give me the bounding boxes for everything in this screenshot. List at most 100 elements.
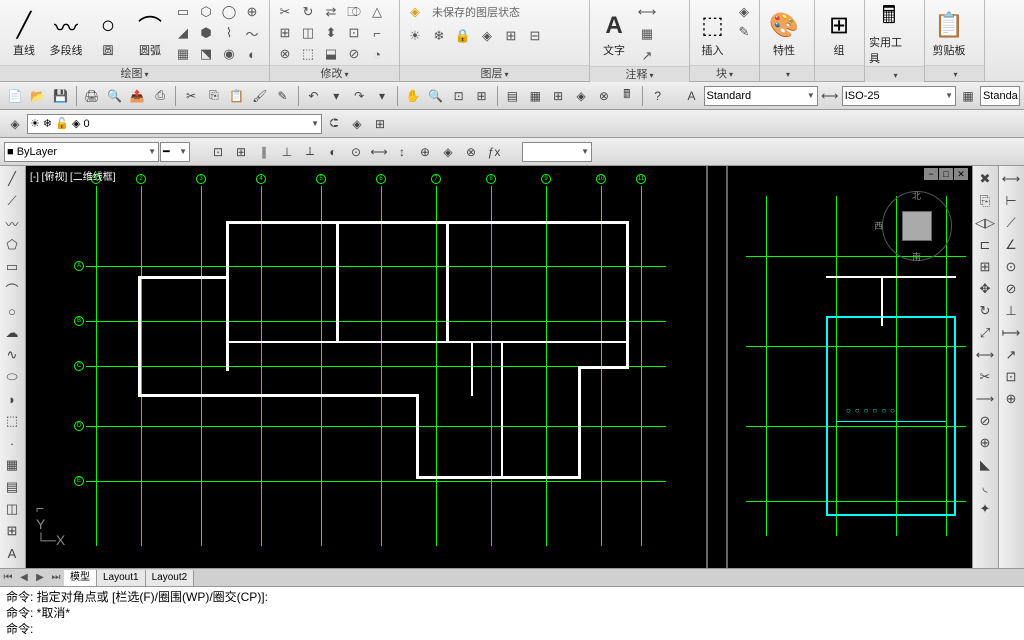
modify-tool[interactable]: ◔	[366, 44, 388, 64]
draw-tool[interactable]: ◉	[218, 44, 240, 64]
props-icon[interactable]: ▤	[502, 85, 524, 107]
panel-title-props[interactable]	[760, 65, 814, 81]
para-tool[interactable]: ⊥	[276, 141, 298, 163]
leader-icon[interactable]: ↗	[999, 344, 1023, 366]
dim-cont-icon[interactable]: ⟼	[999, 322, 1023, 344]
match-icon[interactable]: 🖌	[249, 85, 271, 107]
block-tool[interactable]: ◈	[733, 2, 755, 22]
polygon-icon[interactable]: ⬠	[0, 234, 24, 256]
markup-icon[interactable]: ⊗	[593, 85, 615, 107]
table-tool[interactable]: ▦	[636, 24, 658, 44]
panel-title-clipboard[interactable]	[925, 65, 984, 81]
modify-tool[interactable]: △	[366, 2, 388, 22]
layer-tool[interactable]: ⊞	[500, 26, 522, 46]
join-icon[interactable]: ⊕	[973, 432, 997, 454]
modify-tool[interactable]: ✂	[274, 2, 296, 22]
redo-drop-icon[interactable]: ▾	[371, 85, 393, 107]
para-tool[interactable]: ◈	[437, 141, 459, 163]
ellipse-icon[interactable]: ⬭	[0, 366, 24, 388]
modify-tool[interactable]: ◫	[297, 23, 319, 43]
help-icon[interactable]: ?	[647, 85, 669, 107]
draw-tool[interactable]: ◢	[172, 23, 194, 43]
dim-dia-icon[interactable]: ⊘	[999, 278, 1023, 300]
pline-icon[interactable]: 〰	[0, 212, 24, 234]
rotate-icon[interactable]: ↻	[973, 300, 997, 322]
layer-prev-icon[interactable]: ⮈	[323, 113, 345, 135]
draw-tool[interactable]: ⬔	[195, 44, 217, 64]
modify-tool[interactable]: ⌐	[366, 23, 388, 43]
explode-icon[interactable]: ✦	[973, 498, 997, 520]
block-tool[interactable]: ✎	[733, 22, 755, 42]
point-icon[interactable]: ·	[0, 432, 24, 454]
break-icon[interactable]: ⊘	[973, 410, 997, 432]
max-icon[interactable]: □	[939, 168, 953, 180]
viewport-label[interactable]: [-] [俯视] [二维线框]	[30, 168, 116, 183]
block-icon[interactable]: ⬚	[0, 410, 24, 432]
line-button[interactable]: ╱直线	[4, 2, 44, 65]
preview-icon[interactable]: 🔍	[104, 85, 126, 107]
paste-icon[interactable]: 📋	[226, 85, 248, 107]
dim-lin-icon[interactable]: ⊢	[999, 190, 1023, 212]
calc-icon[interactable]: 🖩	[616, 85, 638, 107]
modify-tool[interactable]: ↻	[297, 2, 319, 22]
xline-icon[interactable]: ⟋	[0, 190, 24, 212]
props-button[interactable]: 🎨特性	[764, 2, 804, 65]
drawing-canvas[interactable]: [-] [俯视] [二维线框] − □ ✕ 北 南 西 ⌐Y└─X	[26, 166, 972, 568]
modify-tool[interactable]: ⇄	[320, 2, 342, 22]
region-icon[interactable]: ◫	[0, 498, 24, 520]
undo-drop-icon[interactable]: ▾	[325, 85, 347, 107]
para-tool[interactable]: ⊙	[345, 141, 367, 163]
new-icon[interactable]: 📄	[4, 85, 26, 107]
publish-icon[interactable]: 📤	[126, 85, 148, 107]
dim-ang-icon[interactable]: ∠	[999, 234, 1023, 256]
trim-icon[interactable]: ✂	[973, 366, 997, 388]
command-line[interactable]: 命令: 指定对角点或 [栏选(F)/圈围(WP)/圈交(CP)]: 命令: *取…	[0, 586, 1024, 640]
dc-icon[interactable]: ◈	[570, 85, 592, 107]
draw-tool[interactable]: ⌇	[218, 23, 240, 43]
center-icon[interactable]: ⊕	[999, 388, 1023, 410]
para-tool[interactable]: ∥	[253, 141, 275, 163]
panel-title-utils[interactable]	[865, 66, 924, 82]
circle-icon[interactable]: ○	[0, 300, 24, 322]
layer-state-icon[interactable]: ◈	[346, 113, 368, 135]
plot-icon[interactable]: ⎙	[149, 85, 171, 107]
modify-tool[interactable]: ⎄	[343, 2, 365, 22]
dim-ord-icon[interactable]: ⊥	[999, 300, 1023, 322]
draw-tool[interactable]: ⊕	[241, 2, 263, 22]
move-icon[interactable]: ✥	[973, 278, 997, 300]
revcloud-icon[interactable]: ☁	[0, 322, 24, 344]
modify-tool[interactable]: ⬓	[320, 44, 342, 64]
brush-icon[interactable]: ✎	[272, 85, 294, 107]
layer-props-icon[interactable]: ◈	[404, 2, 426, 22]
scale-icon[interactable]: ⤢	[973, 322, 997, 344]
para-tool[interactable]: ↕	[391, 141, 413, 163]
pan-icon[interactable]: ✋	[402, 85, 424, 107]
utils-button[interactable]: 🖩实用工具	[869, 2, 909, 66]
table-style-combo[interactable]: Standa	[980, 86, 1020, 106]
dimstyle-icon[interactable]: ⟷	[819, 85, 841, 107]
draw-tool[interactable]: ▭	[172, 2, 194, 22]
para-tool[interactable]: ⟂	[299, 141, 321, 163]
polyline-button[interactable]: 〰多段线	[46, 2, 86, 65]
tab-prev-icon[interactable]: ◀	[16, 570, 32, 586]
zoom-win-icon[interactable]: ⊡	[448, 85, 470, 107]
modify-tool[interactable]: ⊞	[274, 23, 296, 43]
dist-icon[interactable]: ⟷	[999, 168, 1023, 190]
tab-layout2[interactable]: Layout2	[146, 570, 195, 586]
draw-tool[interactable]: ◯	[218, 2, 240, 22]
modify-tool[interactable]: ⬍	[320, 23, 342, 43]
layer-tool[interactable]: ❄	[428, 26, 450, 46]
leader-tool[interactable]: ↗	[636, 46, 658, 66]
modify-tool[interactable]: ⊡	[343, 23, 365, 43]
modify-tool[interactable]: ⊘	[343, 44, 365, 64]
rect-icon[interactable]: ▭	[0, 256, 24, 278]
tool-icon[interactable]: ⊞	[547, 85, 569, 107]
layer-tool[interactable]: ◈	[476, 26, 498, 46]
draw-tool[interactable]: ⬡	[195, 2, 217, 22]
line-icon[interactable]: ╱	[0, 168, 24, 190]
stretch-icon[interactable]: ⟷	[973, 344, 997, 366]
color-combo[interactable]: ■ ByLayer▼	[4, 142, 159, 162]
dim-style-combo[interactable]: ISO-25▼	[842, 86, 956, 106]
hatch-icon[interactable]: ▦	[0, 454, 24, 476]
close-icon[interactable]: ✕	[954, 168, 968, 180]
